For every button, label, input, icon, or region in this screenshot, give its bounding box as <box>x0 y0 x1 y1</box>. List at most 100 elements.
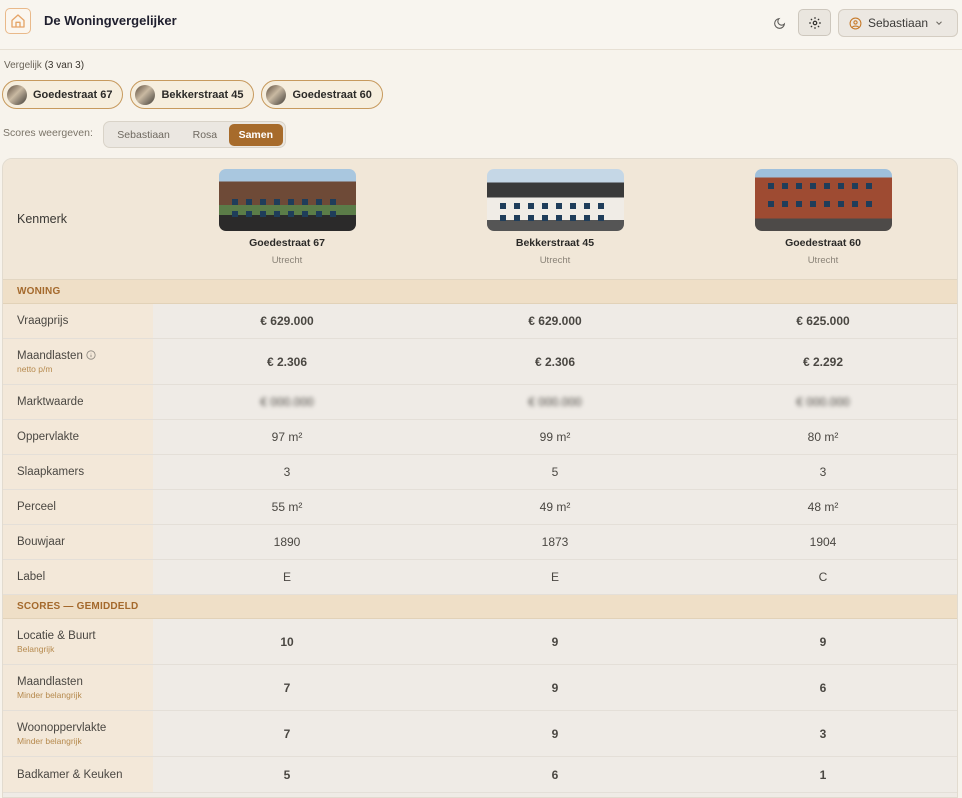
section-header-woning: WONING <box>3 280 957 304</box>
house-column-header[interactable]: Bekkerstraat 45 Utrecht <box>455 169 655 266</box>
cell-value: 48 m² <box>807 500 839 514</box>
row-label-text: Maandlasten <box>17 675 83 688</box>
score-value: 9 <box>551 726 559 741</box>
scores-option-samen[interactable]: Samen <box>228 123 284 146</box>
score-value: 6 <box>819 680 827 695</box>
row-label-text: Locatie & Buurt <box>17 629 96 642</box>
score-value: 6 <box>551 767 559 782</box>
user-name: Sebastiaan <box>868 16 929 30</box>
score-value: 9 <box>551 680 559 695</box>
user-icon <box>849 17 862 29</box>
home-logo-icon[interactable] <box>5 8 31 34</box>
price-value: € 629.000 <box>528 314 582 328</box>
house-name: Goedestraat 60 <box>785 237 861 249</box>
cell-value: 1873 <box>541 535 569 549</box>
section-header-scores: SCORES — GEMIDDELD <box>3 595 957 619</box>
row-label: Slaapkamers <box>3 455 153 489</box>
scores-view-toggle: Sebastiaan Rosa Samen <box>103 121 286 148</box>
scores-option-sebastiaan[interactable]: Sebastiaan <box>106 124 181 146</box>
score-value: 1 <box>819 767 827 782</box>
row-label-text: Bouwjaar <box>17 536 65 548</box>
house-thumbnail <box>135 84 156 105</box>
scores-option-rosa[interactable]: Rosa <box>181 124 228 146</box>
top-bar: De Woningvergelijker Sebastiaan <box>0 0 962 50</box>
locked-value[interactable]: € 000.000 <box>455 385 655 419</box>
score-value: 7 <box>283 680 291 695</box>
house-column-header[interactable]: Goedestraat 60 Utrecht <box>723 169 923 266</box>
compare-chip[interactable]: Goedestraat 67 <box>2 80 124 109</box>
table-row: Oppervlakte 97 m² 99 m² 80 m² <box>3 420 957 455</box>
score-value: 5 <box>283 767 291 782</box>
row-label: Locatie & Buurt Belangrijk <box>3 619 153 664</box>
table-row: Marktwaarde € 000.000 € 000.000 € 000.00… <box>3 385 957 420</box>
row-label: Oppervlakte <box>3 420 153 454</box>
table-row: Perceel 55 m² 49 m² 48 m² <box>3 490 957 525</box>
house-city: Utrecht <box>271 255 303 266</box>
cell-value: 80 m² <box>807 430 839 444</box>
row-sublabel: Minder belangrijk <box>17 735 82 746</box>
house-photo <box>754 169 892 231</box>
row-label-text: Woonoppervlakte <box>17 721 107 734</box>
row-label-text: Vraagprijs <box>17 315 69 327</box>
row-label-text: Label <box>17 571 46 583</box>
monthly-cost-value: € 2.306 <box>266 354 308 369</box>
table-row: Locatie & Buurt Belangrijk 10 9 9 <box>3 619 957 665</box>
score-value: 3 <box>819 726 827 741</box>
price-value: € 625.000 <box>796 314 850 328</box>
info-icon[interactable] <box>86 349 96 360</box>
compare-chip[interactable]: Goedestraat 60 <box>261 80 383 109</box>
settings-button[interactable] <box>798 9 831 36</box>
monthly-cost-value: € 2.292 <box>802 354 844 369</box>
row-label: Bouwjaar <box>3 525 153 559</box>
house-city: Utrecht <box>539 255 571 266</box>
row-sublabel: Belangrijk <box>17 643 55 654</box>
row-label: Maandlasten Minder belangrijk <box>3 665 153 710</box>
row-label: Maandlasten netto p/m <box>3 339 153 384</box>
row-sublabel: netto p/m <box>17 363 53 374</box>
row-label-text: Oppervlakte <box>17 431 80 443</box>
score-value: 10 <box>280 634 294 649</box>
moon-icon[interactable] <box>770 14 788 32</box>
app-title: De Woningvergelijker <box>44 13 177 28</box>
score-value: 9 <box>551 634 559 649</box>
cell-value: 1890 <box>273 535 301 549</box>
chip-label: Bekkerstraat 45 <box>161 88 244 101</box>
gear-icon <box>808 16 821 29</box>
table-header: Kenmerk Goedestraat 67 Utrecht Bekkerstr… <box>3 159 957 280</box>
house-name: Goedestraat 67 <box>249 237 325 249</box>
row-label: Perceel <box>3 490 153 524</box>
compare-chip[interactable]: Bekkerstraat 45 <box>130 80 255 109</box>
row-label: Badkamer & Keuken <box>3 757 153 792</box>
row-label-text: Maandlasten <box>17 350 153 362</box>
compare-label: Vergelijk (3 van 3) <box>4 60 84 71</box>
row-label: Vraagprijs <box>3 304 153 338</box>
scores-view-label: Scores weergeven: <box>3 127 93 139</box>
row-label-text: Badkamer & Keuken <box>17 768 123 781</box>
chip-label: Goedestraat 67 <box>33 88 113 101</box>
table-row: Woonoppervlakte Minder belangrijk 7 9 3 <box>3 711 957 757</box>
locked-value[interactable]: € 000.000 <box>187 385 387 419</box>
price-value: € 629.000 <box>260 314 314 328</box>
table-row: Badkamer & Keuken 5 6 1 <box>3 757 957 793</box>
row-label: Marktwaarde <box>3 385 153 419</box>
locked-value[interactable]: € 000.000 <box>723 385 923 419</box>
user-menu-button[interactable]: Sebastiaan <box>838 9 958 37</box>
cell-value: C <box>818 570 828 584</box>
chevron-down-icon <box>936 21 942 25</box>
house-city: Utrecht <box>807 255 839 266</box>
cell-value: 99 m² <box>539 430 571 444</box>
house-thumbnail <box>266 84 287 105</box>
house-column-header[interactable]: Goedestraat 67 Utrecht <box>187 169 387 266</box>
table-row: Vraagprijs € 629.000 € 629.000 € 625.000 <box>3 304 957 339</box>
kenmerk-header: Kenmerk <box>17 212 68 226</box>
cell-value: 49 m² <box>539 500 571 514</box>
table-row: Label E E C <box>3 560 957 595</box>
row-label: Label <box>3 560 153 594</box>
row-label-text: Slaapkamers <box>17 466 85 478</box>
cell-value: 97 m² <box>271 430 303 444</box>
cell-value: 3 <box>283 465 291 479</box>
house-photo <box>218 169 356 231</box>
cell-value: 55 m² <box>271 500 303 514</box>
row-sublabel: Minder belangrijk <box>17 689 82 700</box>
cell-value: 3 <box>819 465 827 479</box>
